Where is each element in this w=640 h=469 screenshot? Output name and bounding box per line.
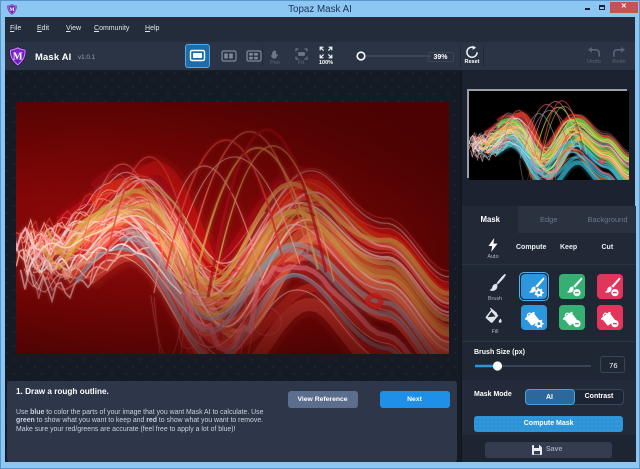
svg-text:M: M <box>13 51 23 62</box>
